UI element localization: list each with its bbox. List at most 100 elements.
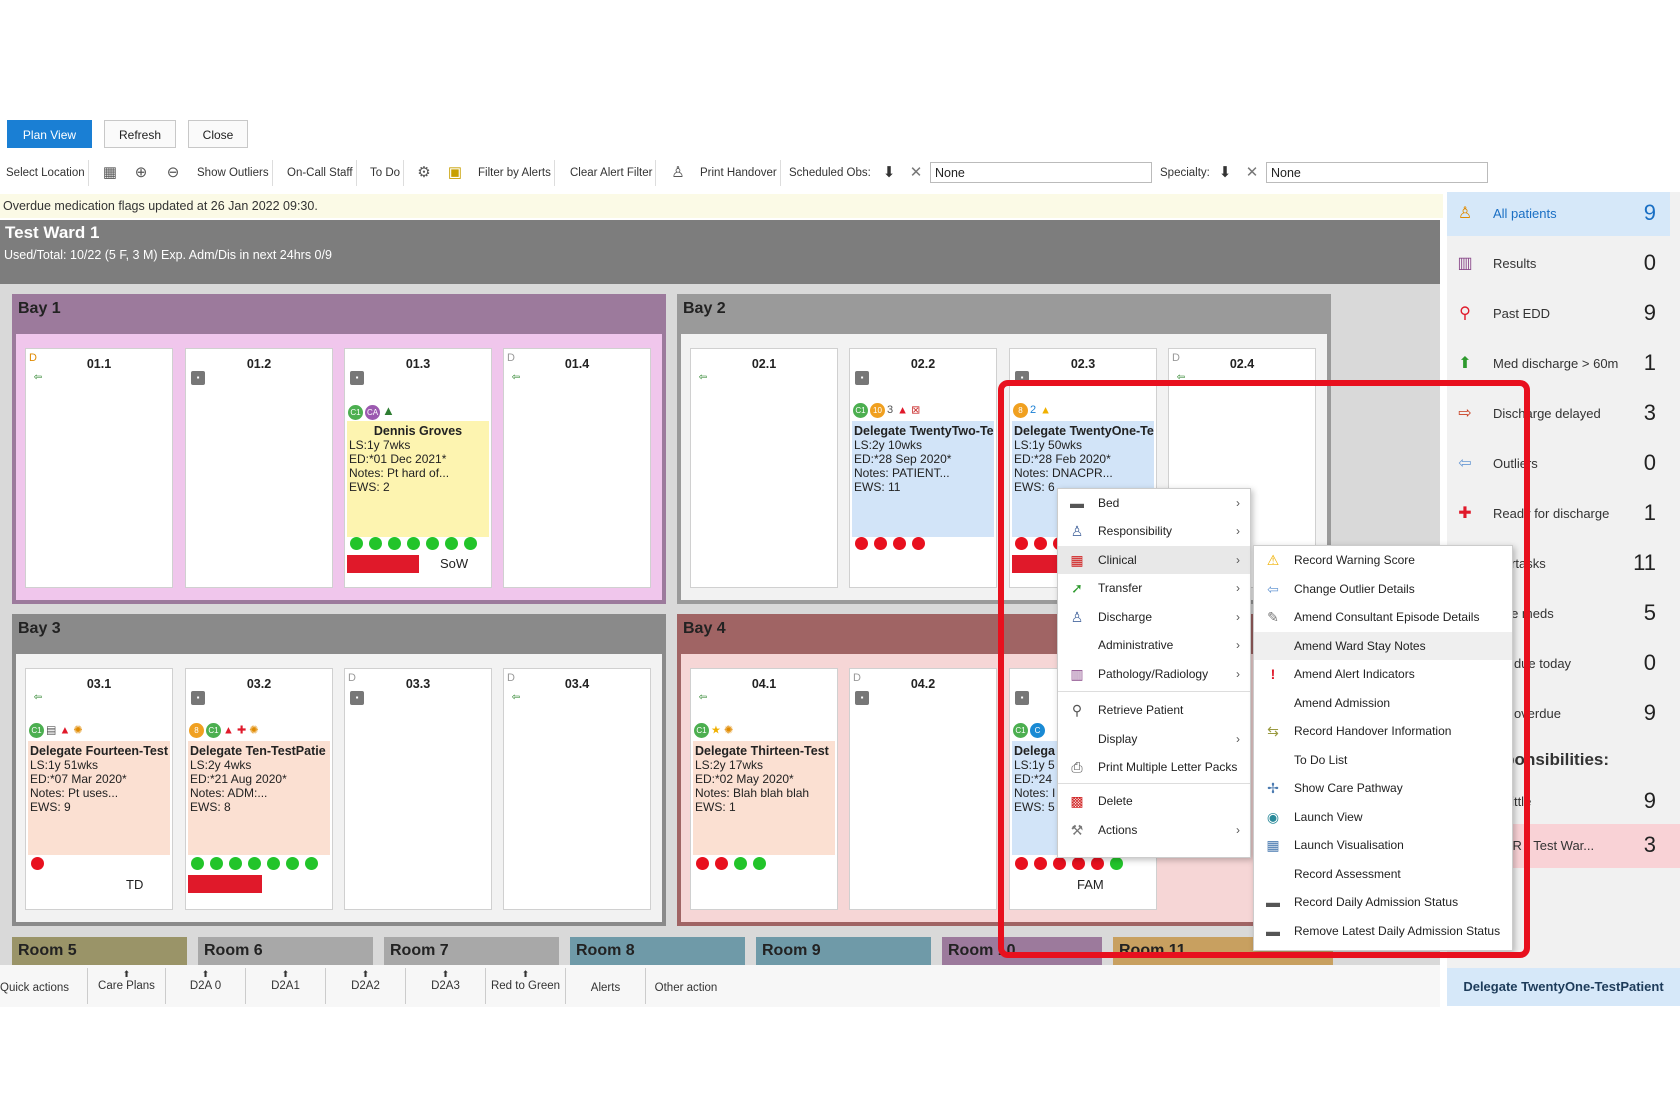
warning-triangle-icon: ▲	[897, 404, 909, 417]
responsibility-count: 3	[1643, 832, 1656, 857]
ews-score: EWS: 9	[30, 800, 71, 814]
map-icon[interactable]: ▦	[100, 163, 120, 183]
quick-action-d2a1[interactable]: ⬆ D2A1	[246, 968, 326, 1004]
select-location-button[interactable]: Select Location	[3, 160, 89, 186]
clear-alert-filter-button[interactable]: Clear Alert Filter	[567, 160, 657, 186]
patient-card[interactable]: Delegate Fourteen-Test LS:1y 51wks ED:*0…	[28, 741, 170, 855]
toolbar: Select Location ▦ ⊕ ⊖ Show Outliers On-C…	[0, 160, 1680, 186]
exit-icon: ⇦	[33, 692, 43, 703]
quick-action-care-plans[interactable]: ⬆ Care Plans	[88, 968, 166, 1004]
room-6[interactable]: Room 6	[198, 937, 373, 965]
alert-badges: C1 10 3 ▲ ⊠	[853, 403, 920, 421]
filter-past-edd[interactable]: ⚲ Past EDD 9	[1447, 292, 1670, 336]
alert-badges: C1 CA ▲	[348, 403, 395, 421]
bay-title: Bay 3	[18, 620, 61, 637]
bed-03-1[interactable]: 03.1 ⇦ C1 ▤ ▲ ✺ Delegate Fourteen-Test LS…	[25, 668, 173, 910]
person-icon[interactable]: ♙	[668, 163, 688, 183]
badge-c1: C1	[694, 723, 709, 738]
badge-10: 10	[870, 403, 885, 418]
filter-count: 0	[1643, 650, 1656, 675]
patient-card[interactable]: Delegate TwentyTwo-Te LS:2y 10wks ED:*28…	[852, 421, 994, 537]
bed-01-2[interactable]: 01.2 ▪	[185, 348, 333, 588]
room-8[interactable]: Room 8	[570, 937, 745, 965]
quick-action-alerts[interactable]: Alerts	[566, 968, 646, 1004]
room-7[interactable]: Room 7	[384, 937, 559, 965]
on-call-staff-button[interactable]: On-Call Staff	[284, 160, 357, 186]
badge-8: 8	[189, 723, 204, 738]
show-outliers-button[interactable]: Show Outliers	[194, 160, 273, 186]
specialty-field[interactable]: None	[1266, 162, 1488, 183]
arrow-down-icon[interactable]: ⬇	[879, 163, 899, 183]
quick-action-d2a3[interactable]: ⬆ D2A3	[406, 968, 486, 1004]
bay-title: Bay 2	[683, 300, 726, 317]
bed-03-2[interactable]: 03.2 ▪ 8 C1 ▲ ✚ ✺ Delegate Ten-TestPatie L…	[185, 668, 333, 910]
filter-label: All patients	[1493, 206, 1557, 221]
ews-score: EWS: 8	[190, 800, 231, 814]
cross-icon: ✚	[236, 724, 247, 737]
exit-icon: ⇦	[511, 692, 521, 703]
bed-number: 03.2	[246, 677, 272, 691]
bed-number: 01.4	[564, 357, 590, 371]
length-of-stay: LS:2y 17wks	[695, 758, 764, 772]
bed-number: 01.3	[405, 357, 431, 371]
bed-03-3[interactable]: D 03.3 ▪	[344, 668, 492, 910]
bed-02-1[interactable]: 02.1 ⇦	[690, 348, 838, 588]
print-handover-button[interactable]: Print Handover	[697, 160, 781, 186]
bed-03-4[interactable]: D 03.4 ⇦	[503, 668, 651, 910]
zoom-out-icon[interactable]: ⊖	[163, 163, 183, 183]
allergy-icon: ✺	[73, 724, 83, 737]
alert-badges: C1 ★ ✺	[694, 723, 733, 741]
plan-view-button[interactable]: Plan View	[7, 120, 92, 148]
pathway-icon: ▤	[46, 724, 57, 737]
patient-card[interactable]: Delegate Ten-TestPatie LS:2y 4wks ED:*21…	[188, 741, 330, 855]
bed-04-1[interactable]: 04.1 ⇦ C1 ★ ✺ Delegate Thirteen-Test LS:2…	[690, 668, 838, 910]
room-5[interactable]: Room 5	[12, 937, 187, 965]
zoom-in-icon[interactable]: ⊕	[131, 163, 151, 183]
filter-label: Results	[1493, 256, 1537, 271]
patient-notes: Notes: Pt uses...	[30, 786, 119, 800]
bed-number: 04.1	[751, 677, 777, 691]
arrow-icon: ⬆	[122, 969, 131, 979]
lock-icon[interactable]: ▣	[445, 163, 465, 183]
triangle-icon: ▲	[382, 403, 395, 418]
clear-x-icon[interactable]: ✕	[1242, 163, 1262, 183]
bed-04-2[interactable]: D 04.2 ▪	[849, 668, 997, 910]
bed-01-3[interactable]: 01.3 ▪ C1 CA ▲ Dennis Groves LS:1y 7wks ED…	[344, 348, 492, 588]
to-do-button[interactable]: To Do	[367, 160, 405, 186]
room-9[interactable]: Room 9	[756, 937, 931, 965]
patient-card[interactable]: Dennis Groves LS:1y 7wks ED:*01 Dec 2021…	[347, 421, 489, 537]
allergy-icon: ✺	[249, 724, 259, 737]
filter-results[interactable]: ▥ Results 0	[1447, 242, 1670, 286]
filter-by-alerts-button[interactable]: Filter by Alerts	[475, 160, 555, 186]
filter-count: 9	[1643, 200, 1656, 225]
scheduled-obs-field[interactable]: None	[930, 162, 1152, 183]
quick-action-red-to-green[interactable]: ⬆ Red to Green	[486, 968, 566, 1004]
quick-action-d2a0[interactable]: ⬆ D2A 0	[166, 968, 246, 1004]
blocked-icon: ⊠	[911, 404, 921, 417]
ews-score: EWS: 2	[349, 480, 390, 494]
clear-x-icon[interactable]: ✕	[906, 163, 926, 183]
patient-notes: Notes: Pt hard of...	[349, 466, 450, 480]
bed-number: 02.2	[910, 357, 936, 371]
person-icon: ♙	[1457, 205, 1473, 222]
bed-01-4[interactable]: D 01.4 ⇦	[503, 348, 651, 588]
bed-01-1[interactable]: D 01.1 ⇦	[25, 348, 173, 588]
refresh-button[interactable]: Refresh	[104, 120, 176, 148]
bed-02-2[interactable]: 02.2 ▪ C1 10 3 ▲ ⊠ Delegate TwentyTwo-Te LS…	[849, 348, 997, 588]
arrow-icon: ⬆	[521, 969, 530, 979]
quick-action-other[interactable]: Other action	[646, 968, 726, 1004]
obs-dots	[191, 857, 324, 871]
close-button[interactable]: Close	[188, 120, 248, 148]
specialty-label: Specialty:	[1160, 167, 1210, 179]
arrow-down-icon[interactable]: ⬇	[1215, 163, 1235, 183]
filter-all-patients[interactable]: ♙ All patients 9	[1447, 192, 1670, 236]
obs-dots	[696, 857, 772, 871]
patient-card[interactable]: Delegate Thirteen-Test LS:2y 17wks ED:*0…	[693, 741, 835, 855]
edd-icon: ⚲	[1459, 305, 1471, 322]
bed-number: 02.1	[751, 357, 777, 371]
expected-discharge: ED:*07 Mar 2020*	[30, 772, 127, 786]
gear-icon[interactable]: ⚙	[414, 163, 434, 183]
quick-action-d2a2[interactable]: ⬆ D2A2	[326, 968, 406, 1004]
filter-count: 9	[1643, 700, 1656, 725]
ward-title: Test Ward 1	[5, 223, 100, 242]
